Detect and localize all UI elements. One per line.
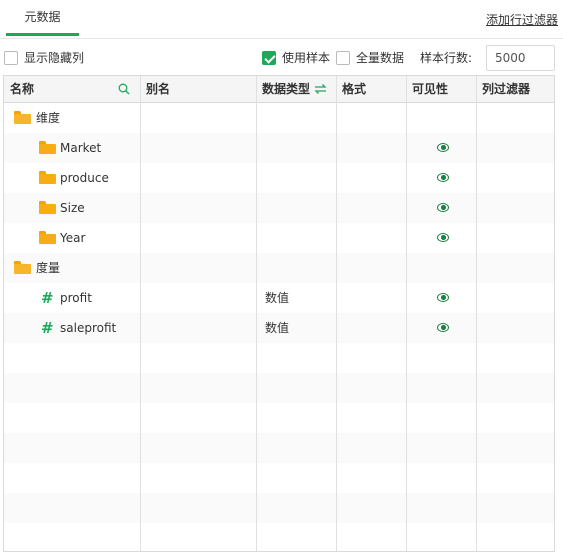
- table-row[interactable]: 度量: [4, 253, 554, 283]
- table-row[interactable]: Market: [4, 133, 554, 163]
- table-row[interactable]: Size: [4, 193, 554, 223]
- empty-row: [4, 343, 554, 373]
- use-sample-label[interactable]: 使用样本: [282, 51, 330, 65]
- column-divider[interactable]: [336, 76, 337, 551]
- eye-icon[interactable]: [437, 203, 449, 212]
- column-header-col-filter[interactable]: 列过滤器: [476, 76, 554, 102]
- column-header-name-label: 名称: [10, 82, 35, 96]
- empty-row: [4, 463, 554, 493]
- folder-icon: [39, 141, 56, 154]
- row-name: Market: [60, 141, 102, 155]
- column-divider[interactable]: [256, 76, 257, 551]
- switch-icon[interactable]: [314, 83, 327, 95]
- empty-row: [4, 373, 554, 403]
- table-row[interactable]: Year: [4, 223, 554, 253]
- folder-icon: [39, 201, 56, 214]
- tab-bar: 元数据 添加行过滤器: [0, 0, 563, 39]
- row-name: 维度: [36, 111, 61, 125]
- table-row[interactable]: produce: [4, 163, 554, 193]
- column-divider[interactable]: [406, 76, 407, 551]
- full-data-checkbox[interactable]: [336, 51, 350, 65]
- show-hidden-checkbox[interactable]: [4, 51, 18, 65]
- table-row[interactable]: # saleprofit 数值: [4, 313, 554, 343]
- table-header: 名称 别名 数据类型 格式 可见性 列过滤器: [4, 76, 554, 103]
- empty-row: [4, 523, 554, 551]
- hash-icon: #: [41, 319, 54, 337]
- row-name: profit: [60, 291, 92, 305]
- search-icon[interactable]: [118, 83, 130, 95]
- table-row[interactable]: # profit 数值: [4, 283, 554, 313]
- row-name: 度量: [36, 261, 61, 275]
- eye-icon[interactable]: [437, 143, 449, 152]
- eye-icon[interactable]: [437, 173, 449, 182]
- row-name: saleprofit: [60, 321, 117, 335]
- show-hidden-label[interactable]: 显示隐藏列: [24, 51, 84, 65]
- column-header-name[interactable]: 名称: [4, 76, 140, 102]
- sample-rows-label: 样本行数:: [420, 51, 473, 65]
- row-datatype: 数值: [265, 321, 290, 335]
- folder-icon: [39, 171, 56, 184]
- empty-row: [4, 433, 554, 463]
- column-header-datatype-label: 数据类型: [262, 82, 311, 96]
- column-divider[interactable]: [476, 76, 477, 551]
- folder-open-icon: [14, 111, 31, 124]
- use-sample-checkbox[interactable]: [262, 51, 276, 65]
- full-data-label[interactable]: 全量数据: [356, 51, 404, 65]
- row-name: produce: [60, 171, 109, 185]
- column-header-visibility[interactable]: 可见性: [406, 76, 476, 102]
- table-row[interactable]: 维度: [4, 103, 554, 133]
- metadata-table: 名称 别名 数据类型 格式 可见性 列过滤器 维度 Market produce: [3, 75, 555, 552]
- row-datatype: 数值: [265, 291, 290, 305]
- toolbar: 显示隐藏列 使用样本 全量数据 样本行数:: [0, 45, 563, 71]
- row-name: Size: [60, 201, 85, 215]
- eye-icon[interactable]: [437, 293, 449, 302]
- add-row-filter-link[interactable]: 添加行过滤器: [486, 11, 558, 28]
- row-name: Year: [60, 231, 86, 245]
- empty-row: [4, 403, 554, 433]
- empty-row: [4, 493, 554, 523]
- eye-icon[interactable]: [437, 233, 449, 242]
- column-divider[interactable]: [140, 76, 141, 551]
- eye-icon[interactable]: [437, 323, 449, 332]
- tab-metadata[interactable]: 元数据: [6, 0, 79, 36]
- column-header-format[interactable]: 格式: [336, 76, 406, 102]
- folder-open-icon: [14, 261, 31, 274]
- hash-icon: #: [41, 289, 54, 307]
- column-header-datatype[interactable]: 数据类型: [256, 76, 336, 102]
- folder-icon: [39, 231, 56, 244]
- column-header-alias[interactable]: 别名: [140, 76, 256, 102]
- sample-rows-input[interactable]: [486, 45, 555, 71]
